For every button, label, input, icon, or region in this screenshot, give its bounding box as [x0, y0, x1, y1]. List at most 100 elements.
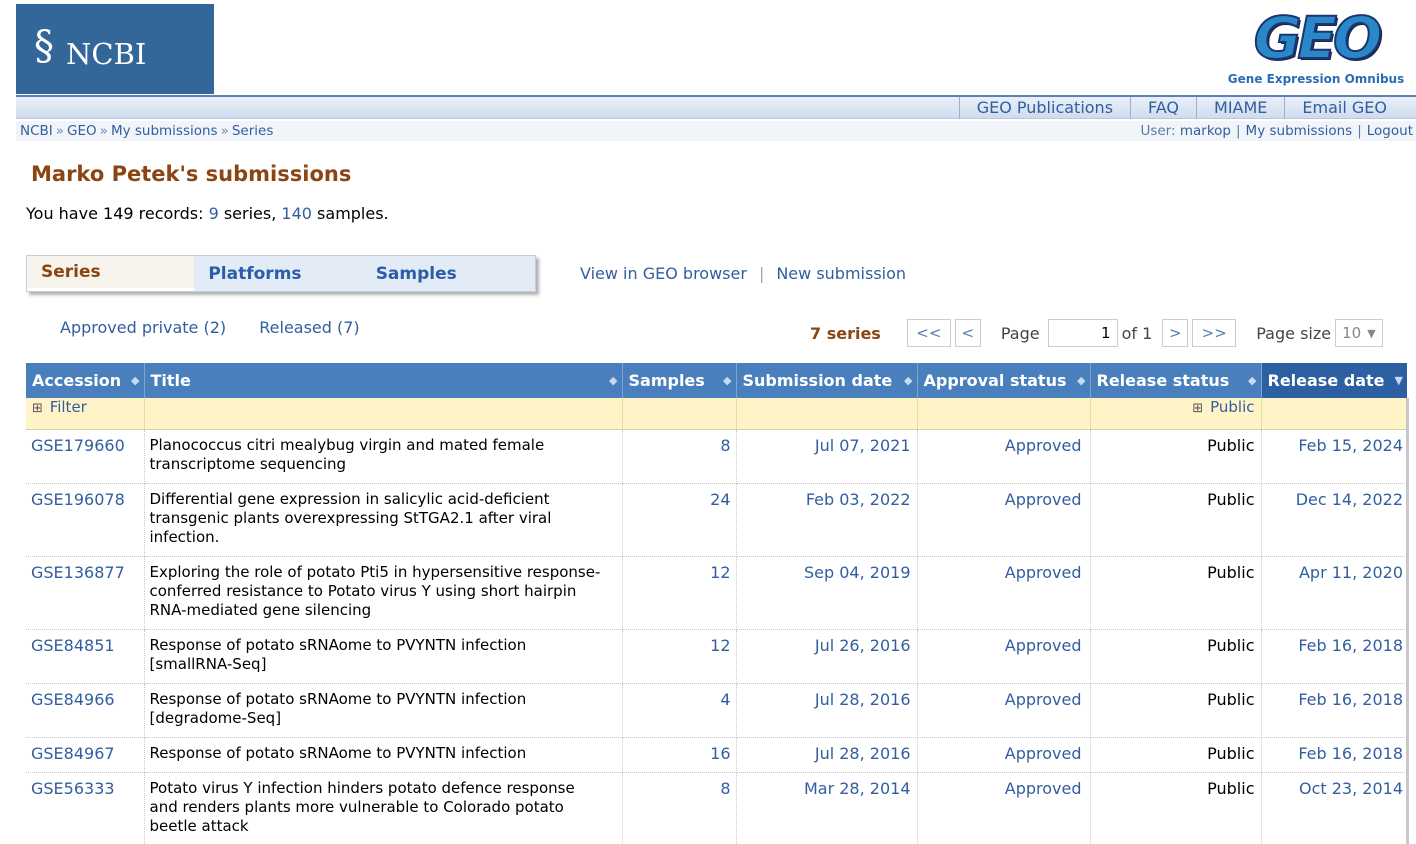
next-page-button[interactable]: >: [1162, 319, 1189, 347]
series-count-link[interactable]: 9: [209, 204, 219, 223]
nav-geo-publications[interactable]: GEO Publications: [958, 97, 1130, 119]
samples-count[interactable]: 8: [622, 772, 737, 844]
release-status: Public: [1090, 556, 1262, 630]
tab-platforms[interactable]: Platforms: [194, 256, 362, 291]
page-number-input[interactable]: [1047, 319, 1118, 347]
column-header-release-date[interactable]: Release date ▼: [1261, 363, 1407, 398]
sort-desc-icon: ▼: [1394, 374, 1403, 387]
table-row: GSE84966 Response of potato sRNAome to P…: [26, 683, 1407, 738]
last-page-button[interactable]: >>: [1192, 319, 1237, 347]
sort-icon: ◆: [904, 374, 913, 387]
first-page-button[interactable]: <<: [906, 319, 951, 347]
filter-cell-empty: [1261, 398, 1408, 430]
column-header-accession[interactable]: Accession ◆: [26, 363, 145, 398]
table-header-row: Accession ◆ Title ◆ Samples ◆ Submission da…: [26, 363, 1407, 398]
my-submissions-link[interactable]: My submissions: [1246, 123, 1353, 139]
pager: 7 series << < Page of 1 > >> Page size 1…: [810, 318, 1383, 348]
submission-date: Jul 28, 2016: [736, 683, 918, 738]
sort-icon: ◆: [609, 374, 618, 387]
series-title: Response of potato sRNAome to PVYNTN inf…: [144, 629, 623, 684]
ncbi-logo-text: NCBI: [66, 37, 147, 71]
release-status: Public: [1090, 429, 1262, 484]
page-size-select[interactable]: 10 ▼: [1335, 319, 1383, 347]
page-size-value: 10: [1342, 324, 1362, 342]
accession-link[interactable]: GSE84851: [26, 629, 145, 684]
tab-links: View in GEO browser | New submission: [580, 264, 906, 283]
divider: |: [1357, 123, 1362, 139]
series-word: series,: [223, 204, 277, 223]
accession-link[interactable]: GSE84966: [26, 683, 145, 738]
approval-status: Approved: [917, 772, 1091, 844]
submission-date: Jul 28, 2016: [736, 737, 918, 773]
tab-series[interactable]: Series: [27, 256, 195, 291]
release-date: Feb 16, 2018: [1261, 629, 1407, 684]
column-header-submission-date[interactable]: Submission date ◆: [736, 363, 918, 398]
accession-link[interactable]: GSE56333: [26, 772, 145, 844]
samples-count[interactable]: 8: [622, 429, 737, 484]
filter-approved-private[interactable]: Approved private (2): [60, 318, 226, 337]
column-header-release-status[interactable]: Release status ◆: [1090, 363, 1262, 398]
ncbi-logo[interactable]: § NCBI: [16, 4, 214, 94]
breadcrumb-my-submissions[interactable]: My submissions: [111, 123, 218, 139]
nav-faq[interactable]: FAQ: [1130, 97, 1196, 119]
filter-cell[interactable]: ⊞ Filter: [26, 398, 145, 430]
tab-samples[interactable]: Samples: [361, 256, 535, 291]
table-row: GSE196078 Differential gene expression i…: [26, 483, 1407, 557]
logout-link[interactable]: Logout: [1367, 123, 1413, 139]
column-header-approval-status[interactable]: Approval status ◆: [917, 363, 1091, 398]
samples-count[interactable]: 12: [622, 629, 737, 684]
page-label: Page: [1000, 323, 1040, 343]
breadcrumb-geo[interactable]: GEO: [67, 123, 97, 139]
breadcrumb-bar: NCBI» GEO» My submissions» Series User: mar…: [16, 121, 1416, 141]
column-header-samples[interactable]: Samples ◆: [622, 363, 737, 398]
approval-status: Approved: [917, 483, 1091, 557]
samples-count[interactable]: 4: [622, 683, 737, 738]
submission-date: Sep 04, 2019: [736, 556, 918, 630]
filter-cell-empty: [622, 398, 737, 430]
view-in-geo-browser-link[interactable]: View in GEO browser: [580, 264, 747, 283]
series-title: Response of potato sRNAome to PVYNTN inf…: [144, 737, 623, 773]
accession-link[interactable]: GSE84967: [26, 737, 145, 773]
series-title: Exploring the role of potato Pti5 in hyp…: [144, 556, 623, 630]
user-name: markop: [1179, 123, 1231, 139]
release-status-filter[interactable]: ⊞ Public: [1090, 398, 1262, 430]
nav-email-geo[interactable]: Email GEO: [1284, 97, 1404, 119]
table-row: GSE84851 Response of potato sRNAome to P…: [26, 629, 1407, 684]
accession-link[interactable]: GSE196078: [26, 483, 145, 557]
release-date: Feb 16, 2018: [1261, 683, 1407, 738]
filter-row: ⊞ Filter ⊞ Public: [26, 398, 1408, 430]
new-submission-link[interactable]: New submission: [776, 264, 906, 283]
accession-link[interactable]: GSE136877: [26, 556, 145, 630]
sort-icon: ◆: [1248, 374, 1257, 387]
breadcrumb: NCBI» GEO» My submissions» Series: [20, 121, 273, 141]
samples-count[interactable]: 12: [622, 556, 737, 630]
breadcrumb-ncbi[interactable]: NCBI: [20, 123, 53, 139]
series-table: Accession ◆ Title ◆ Samples ◆ Submission da…: [26, 363, 1408, 844]
accession-link[interactable]: GSE179660: [26, 429, 145, 484]
approval-status: Approved: [917, 683, 1091, 738]
samples-count-link[interactable]: 140: [281, 204, 312, 223]
filter-released[interactable]: Released (7): [259, 318, 359, 337]
geo-logo[interactable]: GEO Gene Expression Omnibus: [1226, 5, 1406, 90]
release-status: Public: [1090, 737, 1262, 773]
nav-miame[interactable]: MIAME: [1196, 97, 1284, 119]
filter-cell-empty: [736, 398, 918, 430]
ncbi-helix-icon: §: [34, 23, 54, 69]
chevron-down-icon: ▼: [1367, 326, 1376, 340]
column-header-title[interactable]: Title ◆: [144, 363, 623, 398]
top-nav: GEO Publications FAQ MIAME Email GEO: [958, 97, 1404, 119]
samples-count[interactable]: 16: [622, 737, 737, 773]
samples-count[interactable]: 24: [622, 483, 737, 557]
submission-date: Jul 07, 2021: [736, 429, 918, 484]
prev-page-button[interactable]: <: [954, 319, 981, 347]
page-size-label: Page size: [1256, 323, 1332, 343]
filter-toggle-icon: ⊞: [1192, 401, 1204, 416]
records-summary: You have 149 records: 9 series, 140 samp…: [26, 204, 389, 223]
table-row: GSE136877 Exploring the role of potato P…: [26, 556, 1407, 630]
release-status: Public: [1090, 772, 1262, 844]
sort-icon: ◆: [723, 374, 732, 387]
approval-status: Approved: [917, 737, 1091, 773]
filter-cell-empty: [917, 398, 1091, 430]
geo-subtitle: Gene Expression Omnibus: [1227, 72, 1405, 86]
release-date: Apr 11, 2020: [1261, 556, 1407, 630]
